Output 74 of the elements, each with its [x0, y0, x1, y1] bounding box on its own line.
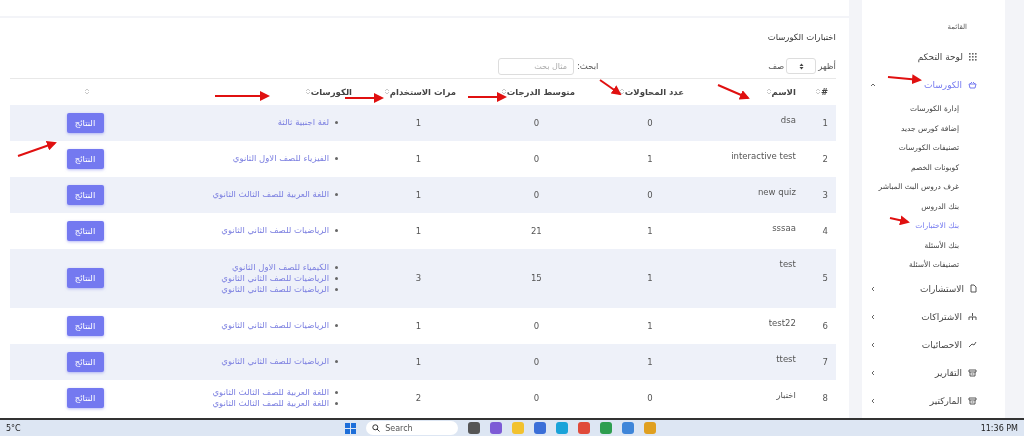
- course-link[interactable]: الرياضيات للصف الثاني الثانوي: [221, 225, 329, 236]
- card-title: اختبارات الكورسات: [766, 32, 836, 42]
- results-button[interactable]: النتائج: [66, 184, 104, 205]
- attempts-count: 1: [647, 153, 653, 164]
- course-link[interactable]: اللغة العربية للصف الثالث الثانوي: [212, 397, 329, 409]
- rows-label: صف: [768, 61, 785, 71]
- sidebar-item[interactable]: التقارير: [870, 358, 995, 387]
- row-number: 2: [822, 153, 828, 164]
- taskbar-search[interactable]: Search: [366, 421, 459, 435]
- usage-count: 3: [415, 273, 422, 283]
- course-link[interactable]: الرياضيات للصف الثاني الثانوي: [221, 320, 329, 331]
- search-field[interactable]: مثال بحث: [498, 57, 574, 75]
- column-header[interactable]: #: [803, 78, 836, 105]
- average-score: 15: [530, 273, 542, 283]
- column-header[interactable]: عدد المحاولات: [596, 78, 704, 105]
- quiz-name: new quiz: [758, 186, 796, 197]
- usage-count: 2: [415, 392, 422, 403]
- attempts-count: 1: [647, 225, 653, 236]
- usage-count: 1: [415, 356, 422, 367]
- row-number: 1: [822, 117, 828, 128]
- sidebar-item[interactable]: الاحصائيات: [870, 330, 995, 359]
- row-number: 4: [822, 225, 828, 236]
- quiz-name: test22: [768, 317, 796, 328]
- sidebar-item[interactable]: لوحة التحكم: [870, 43, 995, 71]
- row-number: 7: [822, 356, 828, 367]
- usage-count: 1: [415, 153, 422, 164]
- sidebar-item[interactable]: الكورسات: [870, 71, 995, 99]
- average-score: 0: [533, 356, 540, 367]
- average-score: 0: [533, 153, 540, 164]
- usage-count: 1: [415, 189, 422, 200]
- results-button[interactable]: النتائج: [66, 387, 104, 408]
- column-header[interactable]: متوسط الدرجات: [476, 78, 596, 105]
- clock-text: 11:36 PM: [980, 423, 1018, 433]
- results-button[interactable]: النتائج: [66, 148, 104, 169]
- quiz-name: اختبار: [776, 389, 796, 400]
- average-score: 0: [533, 117, 540, 128]
- attempts-count: 0: [647, 189, 653, 200]
- usage-count: 1: [415, 320, 422, 331]
- sidebar-item[interactable]: الاستشارات: [870, 274, 995, 303]
- weather-text: 5°C: [6, 423, 21, 433]
- average-score: 0: [533, 320, 540, 331]
- results-button[interactable]: النتائج: [66, 268, 104, 288]
- average-score: 0: [533, 189, 540, 200]
- results-button[interactable]: النتائج: [66, 315, 104, 336]
- show-label: أظهر: [818, 61, 836, 71]
- attempts-count: 0: [647, 117, 653, 128]
- average-score: 21: [530, 225, 542, 236]
- sidebar-item[interactable]: الاشتراكات: [870, 302, 995, 331]
- column-header[interactable]: مرات الاستخدام: [360, 78, 477, 105]
- results-button[interactable]: النتائج: [66, 351, 104, 372]
- usage-count: 1: [415, 117, 422, 128]
- attempts-count: 1: [647, 320, 653, 331]
- quiz-name: test: [779, 258, 796, 269]
- attempts-count: 1: [647, 356, 653, 367]
- course-link[interactable]: الفيزياء للصف الاول الثانوي: [232, 153, 329, 164]
- quiz-name: dsa: [780, 114, 796, 125]
- column-header[interactable]: الاسم: [703, 78, 804, 105]
- results-button[interactable]: النتائج: [66, 220, 104, 241]
- attempts-count: 0: [647, 392, 653, 403]
- attempts-count: 1: [647, 273, 653, 283]
- row-number: 6: [822, 320, 828, 331]
- row-number: 5: [822, 273, 828, 283]
- sidebar-item[interactable]: الماركتير: [870, 386, 995, 415]
- search-label: ابحث:: [577, 61, 599, 71]
- results-button[interactable]: النتائج: [66, 112, 104, 133]
- course-link[interactable]: اللغة العربية للصف الثالث الثانوي: [212, 386, 329, 398]
- column-header[interactable]: الكورسات: [160, 78, 360, 105]
- quiz-name: ttest: [776, 353, 796, 364]
- usage-count: 1: [415, 225, 422, 236]
- average-score: 0: [533, 392, 540, 403]
- row-number: 8: [822, 392, 828, 403]
- quiz-name: sssaa: [772, 222, 796, 233]
- row-number: 3: [822, 189, 828, 200]
- quiz-name: interactive test: [731, 150, 796, 161]
